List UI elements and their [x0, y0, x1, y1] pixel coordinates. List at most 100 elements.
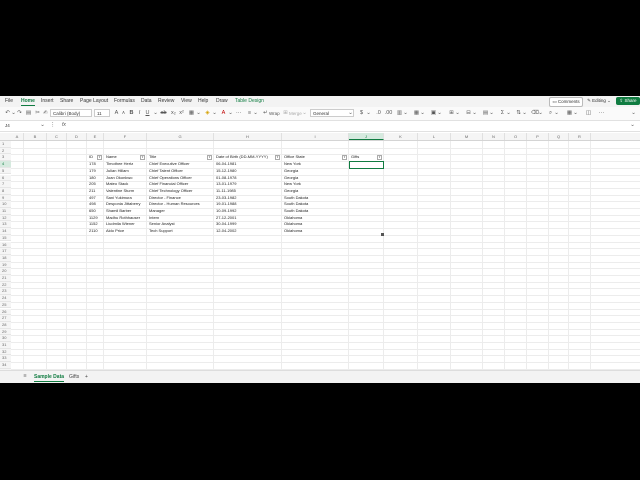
strikethrough-icon[interactable]: ab	[159, 110, 168, 117]
wrap-icon[interactable]: ↵	[262, 110, 269, 117]
menu-table-design[interactable]: Table Design	[235, 98, 264, 104]
menu-insert[interactable]: Insert	[41, 98, 54, 104]
format-as-table-icon[interactable]: ▦	[413, 110, 420, 117]
clear-icon[interactable]: ⌫	[531, 110, 539, 117]
currency-icon[interactable]: $	[358, 110, 365, 117]
row-header-29[interactable]: 29	[0, 328, 11, 336]
comments-button[interactable]: ▭ Comments	[549, 97, 583, 107]
format-painter-icon[interactable]: ✍	[42, 110, 49, 117]
row-header-32[interactable]: 32	[0, 348, 11, 356]
increase-decimal-icon[interactable]: .0	[374, 110, 383, 117]
row-header-1[interactable]: 1	[0, 141, 11, 148]
underline-dropdown-icon[interactable]: ⌄	[152, 110, 159, 117]
table-cell-id[interactable]: 211	[89, 188, 103, 195]
conditional-format-icon[interactable]: ▥	[396, 110, 403, 117]
borders-dropdown-icon[interactable]: ⌄	[196, 110, 201, 117]
table-cell-title[interactable]: Director - Human Resources	[149, 201, 213, 208]
merge-icon[interactable]: ⊞	[282, 110, 289, 117]
filter-dropdown-icon[interactable]: ▾	[97, 155, 102, 161]
row-header-6[interactable]: 6	[0, 174, 11, 182]
undo-icon[interactable]: ↶	[4, 110, 11, 117]
sort-filter-dropdown-icon[interactable]: ⌄	[522, 110, 527, 117]
borders-icon[interactable]: ▦	[188, 110, 195, 117]
delete-cells-dropdown-icon[interactable]: ⌄	[472, 110, 477, 117]
bold-icon[interactable]: B	[128, 110, 135, 117]
sheet-tab-sample-data[interactable]: Sample Data	[34, 373, 65, 382]
table-cell-name[interactable]: Sani Yukimura	[106, 195, 146, 202]
column-header-m[interactable]: M	[451, 133, 483, 140]
row-header-23[interactable]: 23	[0, 288, 11, 296]
format-cells-dropdown-icon[interactable]: ⌄	[489, 110, 494, 117]
table-cell-office-state[interactable]: Georgia	[284, 188, 348, 195]
clipboard-icon[interactable]: ▤	[25, 110, 32, 117]
row-header-10[interactable]: 10	[0, 201, 11, 208]
formula-options-icon[interactable]: ⋮	[50, 122, 56, 129]
find-dropdown-icon[interactable]: ⌄	[554, 110, 559, 117]
wrap-text-button[interactable]: Wrap	[269, 110, 280, 117]
table-cell-date-of-birth[interactable]: 23-03-1982	[216, 195, 281, 202]
table-cell-date-of-birth[interactable]: 27-12-2001	[216, 215, 281, 222]
menu-data[interactable]: Data	[141, 98, 152, 104]
more-icon[interactable]: ⋯	[236, 110, 242, 117]
column-header-f[interactable]: F	[104, 133, 147, 140]
table-cell-date-of-birth[interactable]: 11-11-1985	[216, 188, 281, 195]
table-cell-name[interactable]: Shamil Barber	[106, 208, 146, 215]
column-header-c[interactable]: C	[47, 133, 67, 140]
filter-dropdown-icon[interactable]: ▾	[207, 155, 212, 161]
table-cell-title[interactable]: Senior Analyst	[149, 221, 213, 228]
filter-dropdown-icon[interactable]: ▾	[140, 155, 145, 161]
row-header-24[interactable]: 24	[0, 295, 11, 302]
table-dropdown-icon[interactable]: ⌄	[573, 110, 578, 117]
menu-review[interactable]: Review	[158, 98, 174, 104]
table-cell-id[interactable]: 178	[89, 161, 103, 168]
table-cell-date-of-birth[interactable]: 15-12-1980	[216, 168, 281, 175]
cell-styles-icon[interactable]: ▣	[430, 110, 437, 117]
table-cell-office-state[interactable]: New York	[284, 161, 348, 168]
share-button[interactable]: ⇪ Share	[616, 97, 640, 105]
table-cell-name[interactable]: Mateo Stack	[106, 181, 146, 188]
table-cell-id[interactable]: 650	[89, 208, 103, 215]
row-header-22[interactable]: 22	[0, 281, 11, 289]
table-cell-office-state[interactable]: Georgia	[284, 168, 348, 175]
row-header-30[interactable]: 30	[0, 335, 11, 342]
table-cell-id[interactable]: 1129	[89, 215, 103, 222]
cut-icon[interactable]: ✂	[34, 110, 41, 117]
table-header-name[interactable]: Name	[106, 154, 117, 161]
delete-cells-icon[interactable]: ⊟	[465, 110, 472, 117]
merge-dropdown-icon[interactable]: ⌄	[302, 110, 307, 117]
format-cells-icon[interactable]: ▤	[482, 110, 489, 117]
autosum-dropdown-icon[interactable]: ⌄	[506, 110, 511, 117]
add-sheet-button[interactable]: +	[85, 373, 88, 381]
menu-view[interactable]: View	[181, 98, 192, 104]
table-icon[interactable]: ▦	[566, 110, 573, 117]
table-header-gifts[interactable]: Gifts	[351, 154, 359, 161]
table-cell-title[interactable]: Chief Executive Officer	[149, 161, 213, 168]
align-dropdown-icon[interactable]: ⌄	[253, 110, 258, 117]
font-size-select[interactable]: 11	[94, 109, 110, 117]
table-cell-title[interactable]: Chief Financial Officer	[149, 181, 213, 188]
column-header-j[interactable]: J	[349, 133, 384, 140]
sort-filter-icon[interactable]: ⇅	[515, 110, 522, 117]
menu-help[interactable]: Help	[198, 98, 208, 104]
cell-styles-dropdown-icon[interactable]: ⌄	[437, 110, 442, 117]
row-header-3[interactable]: 3	[0, 154, 11, 162]
table-cell-date-of-birth[interactable]: 19-01-1988	[216, 201, 281, 208]
table-resize-handle[interactable]	[381, 232, 384, 236]
underline-icon[interactable]: U	[144, 110, 151, 117]
table-cell-name[interactable]: Aldo Price	[106, 228, 146, 235]
overflow-icon[interactable]: ⋯	[598, 110, 605, 117]
column-header-e[interactable]: E	[87, 133, 104, 140]
column-header-n[interactable]: N	[483, 133, 505, 140]
ribbon-collapse-icon[interactable]: ⌄	[630, 110, 637, 117]
menu-formulas[interactable]: Formulas	[114, 98, 135, 104]
name-box[interactable]: J4	[2, 122, 42, 129]
format-as-table-dropdown-icon[interactable]: ⌄	[420, 110, 425, 117]
menu-draw[interactable]: Draw	[216, 98, 228, 104]
row-header-20[interactable]: 20	[0, 268, 11, 275]
column-header-o[interactable]: O	[505, 133, 527, 140]
font-family-select[interactable]: Calibri (Body)	[50, 109, 92, 117]
table-header-id[interactable]: ID	[89, 154, 93, 161]
row-header-28[interactable]: 28	[0, 321, 11, 329]
filter-dropdown-icon[interactable]: ▾	[275, 155, 280, 161]
fill-color-icon[interactable]: ◈	[204, 110, 211, 117]
